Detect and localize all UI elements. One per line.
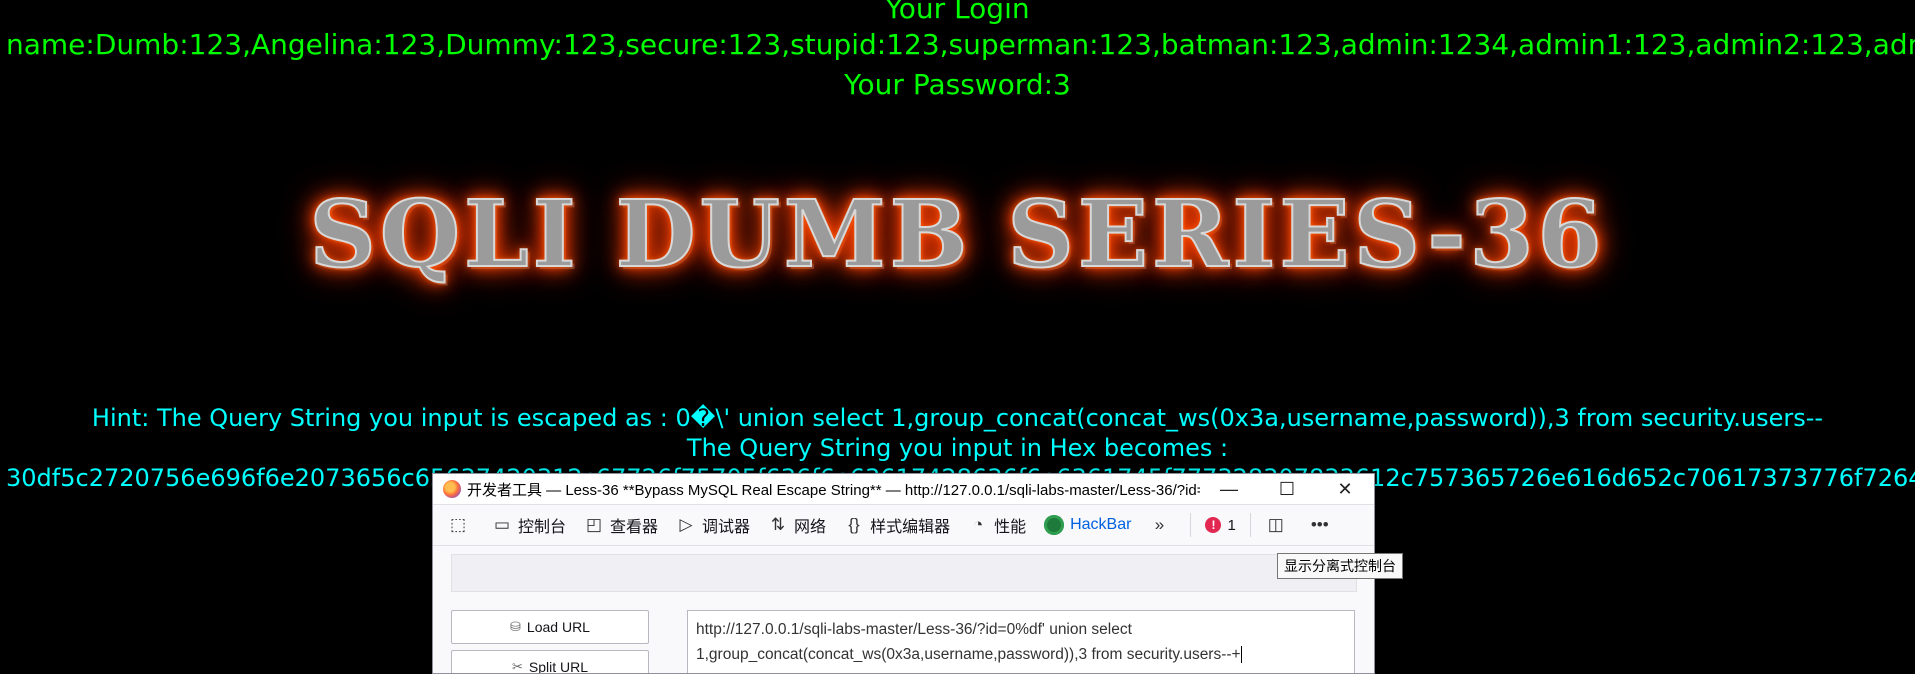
split-url-button[interactable]: ✂ Split URL [451,650,649,673]
inspector-icon: ◰ [585,515,603,534]
split-console-icon: ◫ [1267,515,1284,534]
window-title: 开发者工具 — Less-36 **Bypass MySQL Real Esca… [467,481,1200,499]
tab-label: 样式编辑器 [870,519,951,536]
error-count: 1 [1227,516,1236,534]
picker-icon: ⬚ [449,515,467,534]
login-heading: Your Login [885,0,1030,25]
close-button[interactable]: ✕ [1316,474,1374,504]
split-console-button[interactable]: ◫ [1257,505,1301,545]
series-banner: SQLI DUMB SERIES-36 [0,179,1915,300]
style-editor-icon: {} [848,515,860,534]
password-line: Your Password:3 [844,68,1071,101]
escaped-query-hint: Hint: The Query String you input is esca… [91,404,1824,432]
hackbar-panel: ⛁ Load URL ✂ Split URL http://127.0.0.1/… [433,546,1374,673]
banner-title: SQLI DUMB SERIES-36 [308,179,1606,289]
toolbar-divider [1190,513,1192,537]
tab-style-editor[interactable]: {} 样式编辑器 [835,505,959,545]
load-url-label: Load URL [526,619,590,635]
tab-network[interactable]: ⇅ 网络 [759,505,835,545]
chevrons-right-icon: » [1154,515,1165,534]
tab-label: 控制台 [518,519,567,536]
hackbar-icon [1044,515,1065,535]
devtools-window: 开发者工具 — Less-36 **Bypass MySQL Real Esca… [432,473,1375,674]
more-options-button[interactable]: ••• [1301,505,1345,545]
tab-label: 查看器 [610,519,659,536]
performance-icon: ◔ [972,515,984,534]
load-url-icon: ⛁ [510,619,521,634]
url-input[interactable]: http://127.0.0.1/sqli-labs-master/Less-3… [687,610,1355,673]
firefox-icon [443,480,461,498]
split-console-tooltip: 显示分离式控制台 [1277,553,1403,579]
devtools-toolbar: ⬚ ▭ 控制台 ◰ 查看器 ▷ 调试器 ⇅ 网络 {} 样式编辑器 ◔ 性能 H… [433,505,1374,546]
tab-performance[interactable]: ◔ 性能 [959,505,1035,545]
text-caret [1240,646,1242,664]
element-picker-button[interactable]: ⬚ [439,505,483,545]
debugger-icon: ▷ [679,515,693,534]
toolbar-divider [1249,513,1251,537]
overflow-tabs-button[interactable]: » [1140,505,1184,545]
tab-inspector[interactable]: ◰ 查看器 [575,505,667,545]
tab-hackbar[interactable]: HackBar [1035,505,1140,545]
login-names: name:Dumb:123,Angelina:123,Dummy:123,sec… [6,28,1915,61]
hex-heading: The Query String you input in Hex become… [686,434,1229,462]
load-url-button[interactable]: ⛁ Load URL [451,610,649,644]
tab-label: 调试器 [702,519,751,536]
tab-label: 网络 [794,519,827,536]
maximize-button[interactable]: ☐ [1258,474,1316,504]
url-text: http://127.0.0.1/sqli-labs-master/Less-3… [696,621,1241,663]
more-icon: ••• [1310,515,1329,534]
tab-console[interactable]: ▭ 控制台 [483,505,575,545]
minimize-button[interactable]: — [1200,474,1258,504]
error-count-badge[interactable]: ! 1 [1197,517,1243,534]
console-icon: ▭ [493,515,511,534]
network-icon: ⇅ [770,515,786,534]
hackbar-toolbar-strip [451,554,1357,592]
error-icon: ! [1205,517,1222,533]
tab-debugger[interactable]: ▷ 调试器 [667,505,759,545]
tab-label: 性能 [994,519,1027,536]
tab-label: HackBar [1070,516,1132,533]
devtools-titlebar[interactable]: 开发者工具 — Less-36 **Bypass MySQL Real Esca… [433,474,1374,505]
